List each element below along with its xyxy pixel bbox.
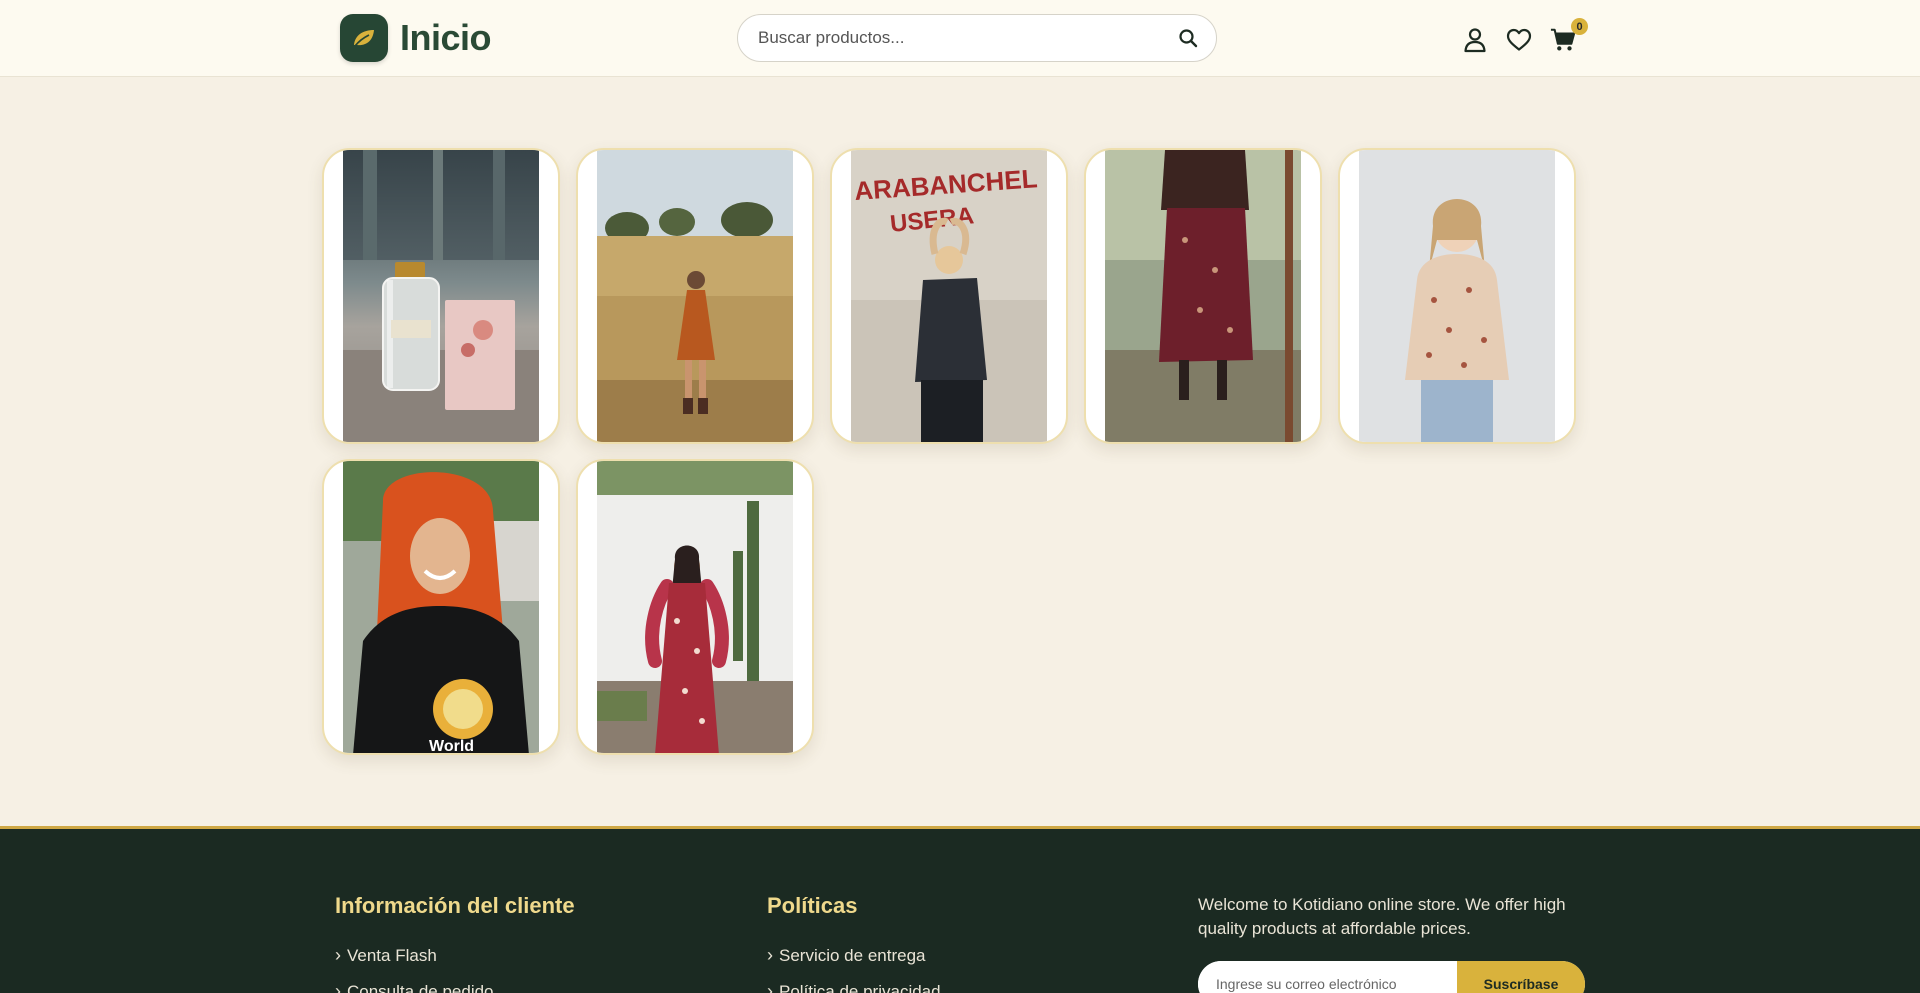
footer-link-label: Consulta de pedido bbox=[347, 981, 494, 993]
heart-icon[interactable] bbox=[1506, 27, 1532, 53]
product-gallery: ARABANCHEL USERA World bbox=[322, 148, 1576, 755]
leaf-icon bbox=[340, 14, 388, 62]
product-image-floral-dress bbox=[597, 461, 793, 753]
footer-policies-title: Políticas bbox=[767, 893, 858, 918]
subscribe-button[interactable]: Suscríbase bbox=[1457, 961, 1585, 993]
user-icon[interactable] bbox=[1462, 27, 1488, 53]
footer-link-flash-sale[interactable]: › Venta Flash bbox=[335, 945, 437, 966]
product-card[interactable] bbox=[1084, 148, 1322, 444]
search-input[interactable] bbox=[758, 28, 1178, 48]
newsletter-email-input[interactable] bbox=[1198, 961, 1457, 993]
search-icon[interactable] bbox=[1178, 28, 1198, 48]
newsletter-form: Suscríbase bbox=[1198, 961, 1585, 993]
footer-link-order-lookup[interactable]: › Consulta de pedido bbox=[335, 981, 494, 993]
product-image-orange-dress bbox=[597, 150, 793, 442]
product-image-perfume bbox=[343, 150, 539, 442]
footer-link-label: Servicio de entrega bbox=[779, 945, 926, 965]
product-image-floral-skirt bbox=[1105, 150, 1301, 442]
cart-icon[interactable]: 0 bbox=[1550, 18, 1588, 53]
product-image-floral-blouse bbox=[1359, 150, 1555, 442]
product-card[interactable] bbox=[576, 148, 814, 444]
product-card[interactable] bbox=[1338, 148, 1576, 444]
header-actions: 0 bbox=[1462, 18, 1588, 60]
product-image-red-hair-tshirt: World bbox=[343, 461, 539, 755]
site-header: Inicio Buscar productos... 0 bbox=[0, 0, 1920, 77]
footer-customer-info-title: Información del cliente bbox=[335, 893, 575, 918]
footer-link-label: Venta Flash bbox=[347, 945, 437, 965]
cart-count-badge: 0 bbox=[1571, 18, 1588, 35]
product-card[interactable]: World bbox=[322, 459, 560, 755]
footer-link-delivery[interactable]: › Servicio de entrega bbox=[767, 945, 925, 966]
product-card[interactable] bbox=[322, 148, 560, 444]
footer-description: Welcome to Kotidiano online store. We of… bbox=[1198, 895, 1566, 938]
chevron-right-icon: › bbox=[767, 945, 773, 965]
site-footer: Información del cliente › Venta Flash › … bbox=[0, 826, 1920, 993]
product-image-sequin-top: ARABANCHEL USERA bbox=[851, 150, 1047, 442]
logo-text: Inicio bbox=[400, 17, 492, 58]
svg-text:World: World bbox=[429, 738, 474, 755]
chevron-right-icon: › bbox=[335, 945, 341, 965]
chevron-right-icon: › bbox=[335, 981, 341, 993]
footer-link-label: Política de privacidad bbox=[779, 981, 941, 993]
footer-link-privacy[interactable]: › Política de privacidad bbox=[767, 981, 941, 993]
chevron-right-icon: › bbox=[767, 981, 773, 993]
product-card[interactable] bbox=[576, 459, 814, 755]
logo-link[interactable]: Inicio bbox=[340, 14, 492, 62]
product-card[interactable]: ARABANCHEL USERA bbox=[830, 148, 1068, 444]
search-bar bbox=[737, 14, 1217, 62]
